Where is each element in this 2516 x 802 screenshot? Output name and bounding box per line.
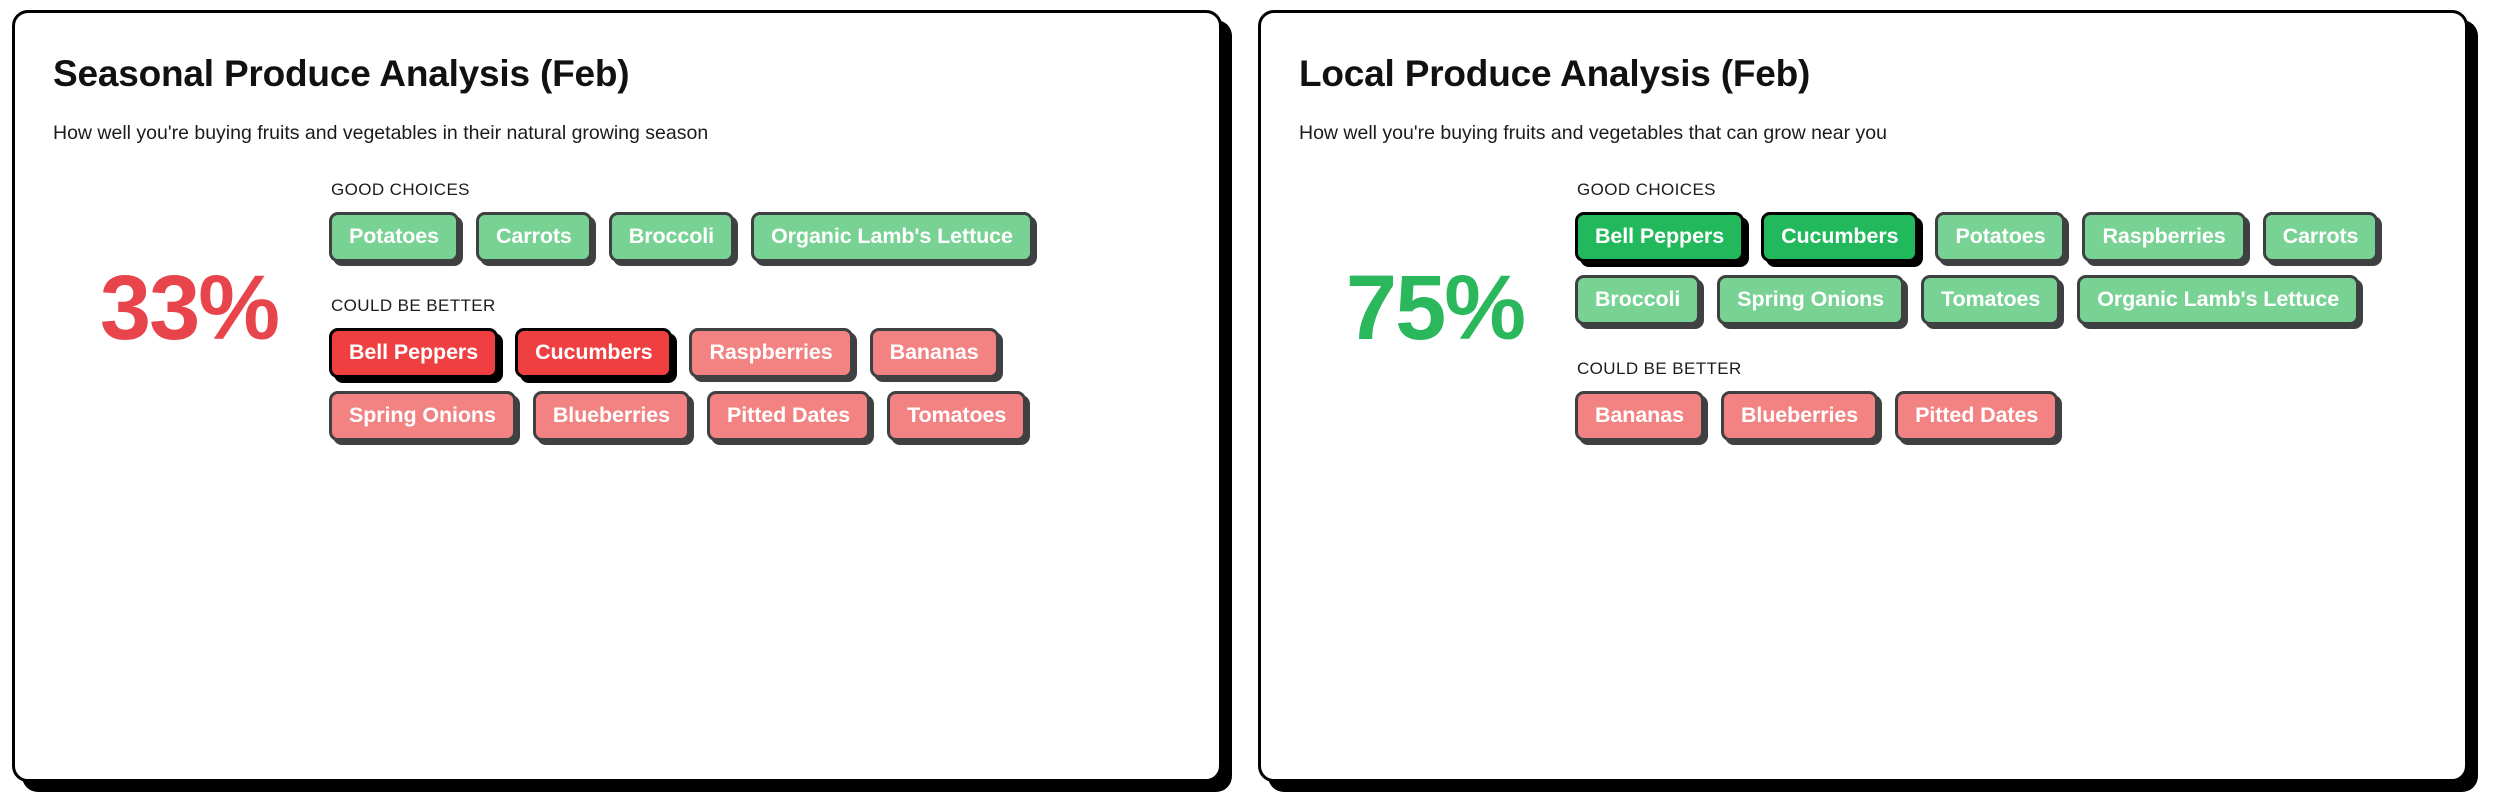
group-good-choices: GOOD CHOICES Potatoes Carrots Broccoli O… — [329, 180, 1185, 262]
produce-tag[interactable]: Organic Lamb's Lettuce — [2077, 274, 2360, 325]
produce-tag[interactable]: Carrots — [476, 211, 592, 262]
produce-tag[interactable]: Potatoes — [1935, 211, 2066, 262]
groups-column: GOOD CHOICES Potatoes Carrots Broccoli O… — [329, 176, 1185, 441]
group-could-be-better: COULD BE BETTER Bananas Blueberries Pitt… — [1575, 359, 2431, 441]
local-produce-analysis-card: Local Produce Analysis (Feb) How well yo… — [1258, 10, 2468, 782]
score-percentage: 33% — [99, 257, 280, 360]
produce-tag[interactable]: Bananas — [1575, 390, 1704, 441]
produce-tag-highlighted[interactable]: Cucumbers — [1761, 211, 1919, 262]
seasonal-produce-analysis-card: Seasonal Produce Analysis (Feb) How well… — [12, 10, 1222, 782]
score-column: 33% — [49, 176, 329, 441]
produce-tag[interactable]: Potatoes — [329, 211, 459, 262]
produce-tag[interactable]: Blueberries — [1720, 390, 1879, 441]
produce-tag[interactable]: Raspberries — [2082, 211, 2246, 262]
produce-tag-highlighted[interactable]: Bell Peppers — [329, 327, 499, 378]
produce-tag-highlighted[interactable]: Cucumbers — [515, 327, 673, 378]
produce-tag[interactable]: Spring Onions — [1717, 274, 1905, 325]
score-column: 75% — [1295, 176, 1575, 441]
card-subtitle: How well you're buying fruits and vegeta… — [1299, 121, 1887, 144]
produce-tag[interactable]: Carrots — [2262, 211, 2379, 262]
tag-list: Bell Peppers Cucumbers Potatoes Raspberr… — [1575, 211, 2431, 325]
card-title: Local Produce Analysis (Feb) — [1299, 53, 1811, 94]
produce-tag[interactable]: Bananas — [869, 327, 999, 378]
card-subtitle: How well you're buying fruits and vegeta… — [53, 121, 709, 144]
tag-list: Bell Peppers Cucumbers Raspberries Banan… — [329, 327, 1185, 441]
groups-column: GOOD CHOICES Bell Peppers Cucumbers Pota… — [1575, 176, 2431, 441]
tag-list: Bananas Blueberries Pitted Dates — [1575, 390, 2431, 441]
produce-tag[interactable]: Tomatoes — [1921, 274, 2061, 325]
card-body: 33% GOOD CHOICES Potatoes Carrots Brocco… — [49, 176, 1185, 441]
tag-list: Potatoes Carrots Broccoli Organic Lamb's… — [329, 211, 1185, 262]
card-body: 75% GOOD CHOICES Bell Peppers Cucumbers … — [1295, 176, 2431, 441]
produce-analysis-board: Seasonal Produce Analysis (Feb) How well… — [0, 0, 2516, 802]
card-title: Seasonal Produce Analysis (Feb) — [53, 53, 630, 94]
produce-tag-highlighted[interactable]: Bell Peppers — [1575, 211, 1745, 262]
produce-tag[interactable]: Organic Lamb's Lettuce — [751, 211, 1033, 262]
group-could-be-better: COULD BE BETTER Bell Peppers Cucumbers R… — [329, 296, 1185, 441]
score-percentage: 75% — [1345, 257, 1526, 360]
produce-tag[interactable]: Raspberries — [689, 327, 853, 378]
group-label: GOOD CHOICES — [1577, 179, 1716, 199]
produce-tag[interactable]: Blueberries — [532, 390, 691, 441]
produce-tag[interactable]: Broccoli — [1575, 274, 1701, 325]
produce-tag[interactable]: Pitted Dates — [707, 390, 871, 441]
produce-tag[interactable]: Tomatoes — [887, 390, 1027, 441]
produce-tag[interactable]: Pitted Dates — [1895, 390, 2059, 441]
group-good-choices: GOOD CHOICES Bell Peppers Cucumbers Pota… — [1575, 180, 2431, 325]
produce-tag[interactable]: Broccoli — [608, 211, 735, 262]
group-label: COULD BE BETTER — [331, 295, 496, 315]
produce-tag[interactable]: Spring Onions — [329, 390, 516, 441]
group-label: COULD BE BETTER — [1577, 358, 1742, 378]
group-label: GOOD CHOICES — [331, 179, 470, 199]
